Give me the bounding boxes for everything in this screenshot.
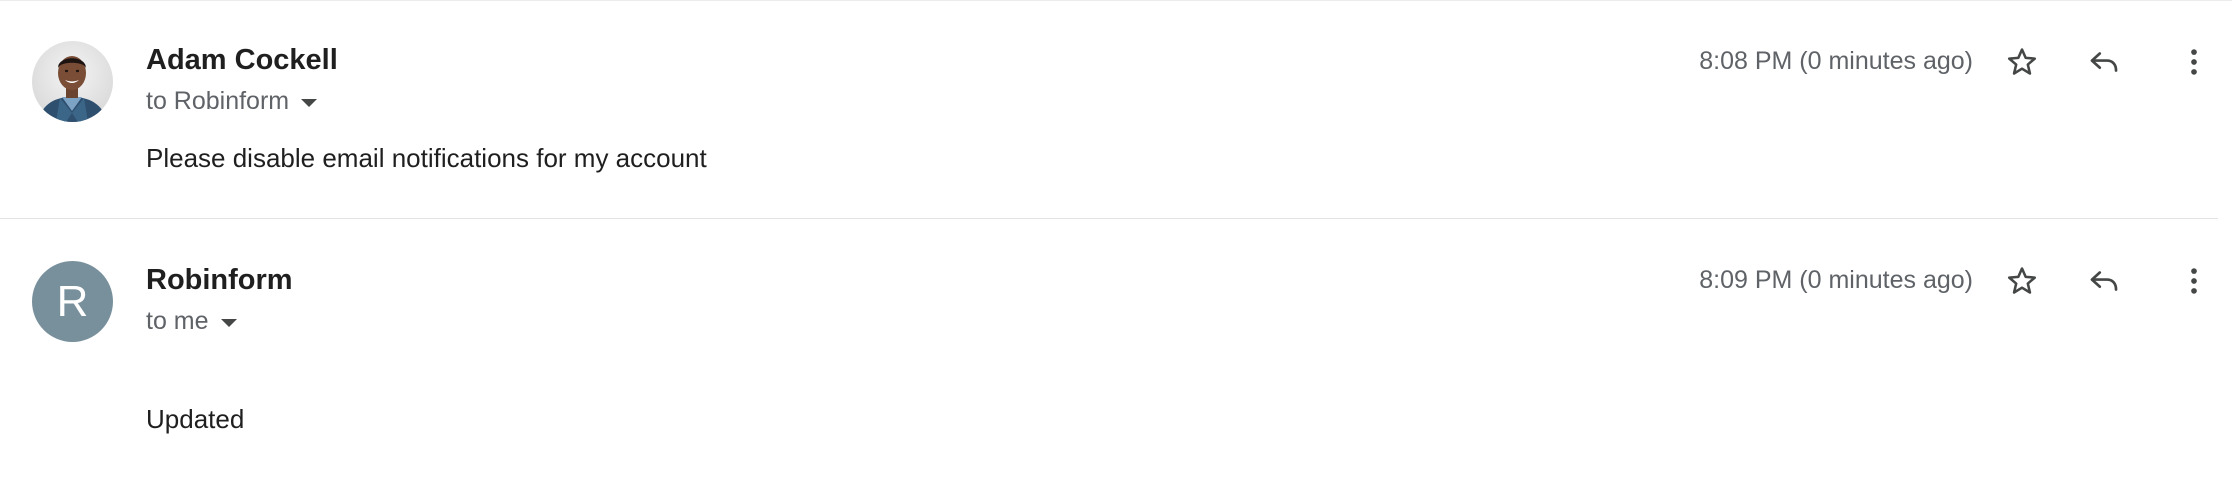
recipient-details-toggle[interactable]: to Robinform — [146, 87, 318, 116]
sender-name[interactable]: Robinform — [146, 264, 293, 297]
star-button[interactable] — [1998, 38, 2046, 86]
caret-down-icon[interactable] — [220, 319, 237, 327]
star-outline-icon — [2007, 48, 2037, 75]
message-body: Please disable email notifications for m… — [146, 143, 707, 173]
message-card: R Robinform to me 8:09 PM (0 minutes ago… — [0, 219, 2232, 500]
message-timestamp: 8:09 PM (0 minutes ago) — [1699, 266, 1973, 294]
message-card: Adam Cockell to Robinform 8:08 PM (0 min… — [0, 0, 2232, 219]
sender-avatar-letter[interactable]: R — [32, 261, 113, 342]
message-timestamp: 8:08 PM (0 minutes ago) — [1699, 47, 1973, 75]
recipient-label: to me — [146, 307, 209, 335]
more-vert-icon — [2191, 49, 2197, 75]
reply-icon — [2090, 271, 2118, 291]
reply-icon — [2090, 52, 2118, 72]
recipient-label: to Robinform — [146, 87, 290, 115]
recipient-details-toggle[interactable]: to me — [146, 307, 237, 336]
message-body: Updated — [146, 404, 245, 434]
reply-button[interactable] — [2080, 257, 2128, 305]
more-options-button[interactable] — [2170, 38, 2218, 86]
more-vert-icon — [2191, 268, 2197, 294]
email-thread: Adam Cockell to Robinform 8:08 PM (0 min… — [0, 0, 2232, 500]
sender-avatar-photo[interactable] — [32, 41, 113, 122]
caret-down-icon[interactable] — [301, 99, 318, 107]
star-button[interactable] — [1998, 257, 2046, 305]
more-options-button[interactable] — [2170, 257, 2218, 305]
star-outline-icon — [2007, 267, 2037, 294]
sender-name[interactable]: Adam Cockell — [146, 44, 338, 77]
person-photo-icon — [38, 56, 107, 122]
reply-button[interactable] — [2080, 38, 2128, 86]
